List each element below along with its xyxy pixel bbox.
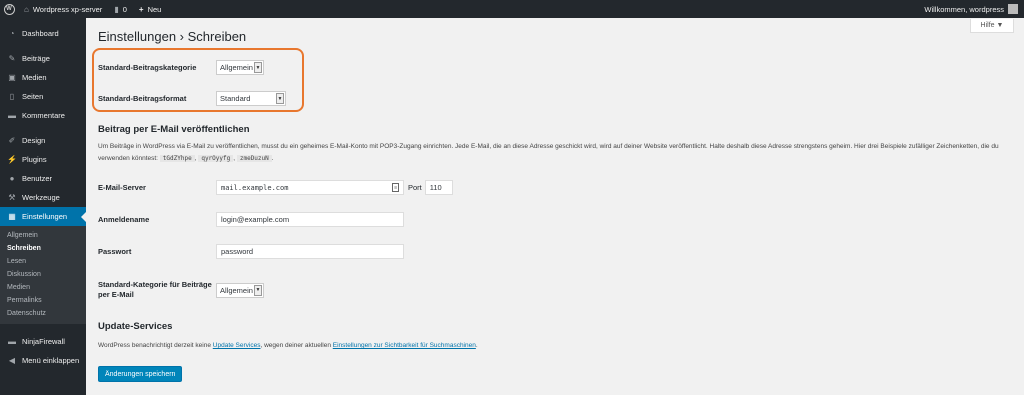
ninja-icon: ▬ [8,337,16,346]
mail-server-label: E-Mail-Server [98,182,146,192]
login-name-label: Anmeldename [98,214,150,224]
port-value: 110 [429,183,442,192]
port-label: Port [408,183,422,192]
comment-icon: ▬ [8,111,16,120]
email-category-row: Standard-Kategorie für Beiträge per E-Ma… [98,280,264,300]
sidebar-item-label: Einstellungen [22,212,68,221]
collapse-icon: ◀ [8,356,16,365]
sidebar-item-ninjafirewall[interactable]: ▬ NinjaFirewall [0,332,86,351]
password-row: Passwort password [98,244,404,259]
login-name-input[interactable]: login@example.com [216,212,404,227]
submenu-item-reading[interactable]: Lesen [0,255,86,268]
plugin-icon: ⚡ [7,155,17,164]
email-category-value: Allgemein [220,285,253,295]
email-section-heading: Beitrag per E-Mail veröffentlichen [98,124,250,135]
admin-sidebar: ◔ Dashboard ✎ Beiträge ▣ Medien ▯ Seiten ▬ Ko… [0,18,86,395]
settings-submenu: Allgemein Schreiben Lesen Diskussion Med… [0,226,86,324]
sidebar-item-design[interactable]: ✐ Design [0,131,86,150]
submenu-item-general[interactable]: Allgemein [0,229,86,242]
mail-server-value: mail.example.com [221,183,289,192]
brush-icon: ✐ [8,136,16,145]
submenu-item-media[interactable]: Medien [0,281,86,294]
password-value: password [221,247,254,256]
sidebar-item-label: Werkzeuge [22,193,60,202]
update-services-description: WordPress benachrichtigt derzeit keine U… [98,340,1008,352]
update-text: WordPress benachrichtigt derzeit keine [98,342,211,349]
dashboard-icon: ◔ [9,29,15,38]
sidebar-item-label: Menü einklappen [22,356,80,365]
email-category-label: Standard-Kategorie für Beiträge per E-Ma… [98,280,212,299]
login-name-value: login@example.com [221,215,290,224]
random-string: zmeDuzuN [236,155,272,162]
welcome-text: Willkommen, wordpress [924,4,1004,14]
media-icon: ▣ [8,73,16,82]
email-category-select[interactable]: Allgemein ▼ [216,282,264,298]
random-string: tGdZYhpe [159,155,195,162]
new-content-link[interactable]: + Neu [133,0,167,18]
description-text: Um Beiträge in WordPress via E-Mail zu v… [98,143,999,162]
update-text: . [475,342,478,349]
sidebar-item-label: Design [22,136,46,145]
save-changes-button[interactable]: Änderungen speichern [98,366,183,382]
settings-icon: ▦ [8,212,16,221]
site-name-link[interactable]: ⌂ Wordpress xp-server [18,0,108,18]
port-input[interactable]: 110 [424,180,453,195]
sidebar-item-label: Plugins [22,155,47,164]
sidebar-item-label: Benutzer [22,174,53,183]
sidebar-item-dashboard[interactable]: ◔ Dashboard [0,24,86,43]
collapse-menu-button[interactable]: ◀ Menü einklappen [0,351,86,370]
avatar [1008,4,1018,14]
sidebar-item-media[interactable]: ▣ Medien [0,68,86,87]
update-services-heading: Update-Services [98,321,173,332]
update-services-link[interactable]: Update Services [213,342,261,349]
sidebar-item-pages[interactable]: ▯ Seiten [0,87,86,106]
sidebar-item-plugins[interactable]: ⚡ Plugins [0,150,86,169]
sidebar-item-settings[interactable]: ▦ Einstellungen [0,207,86,226]
autofill-key-icon[interactable]: ≡ [392,183,399,192]
random-string: qyrOyyfg [198,155,234,162]
plus-icon: + [138,4,144,14]
page-icon: ▯ [9,92,15,101]
account-menu[interactable]: Willkommen, wordpress [918,0,1024,18]
sidebar-item-comments[interactable]: ▬ Kommentare [0,106,86,125]
admin-bar: W ⌂ Wordpress xp-server ▮ 0 + Neu Willko… [0,0,1024,18]
sidebar-item-users[interactable]: ● Benutzer [0,169,86,188]
search-visibility-link[interactable]: Einstellungen zur Sichtbarkeit für Suchm… [333,342,476,349]
help-button[interactable]: Hilfe ▼ [970,19,1014,33]
wrench-icon: ⚒ [8,193,16,202]
comments-count: 0 [122,4,127,14]
page-title: Einstellungen › Schreiben [98,29,247,44]
mail-server-row: E-Mail-Server mail.example.com ≡ Port 11… [98,180,453,195]
highlight-outline [92,48,304,112]
password-input[interactable]: password [216,244,404,259]
comments-link[interactable]: ▮ 0 [108,0,133,18]
wordpress-logo-icon[interactable]: W [0,0,18,18]
pin-icon: ✎ [8,54,16,63]
mail-server-input[interactable]: mail.example.com ≡ [216,180,404,195]
sidebar-item-label: Kommentare [22,111,65,120]
sidebar-item-label: Seiten [22,92,44,101]
submenu-item-discussion[interactable]: Diskussion [0,268,86,281]
sidebar-item-label: Medien [22,73,47,82]
sidebar-item-posts[interactable]: ✎ Beiträge [0,49,86,68]
site-name: Wordpress xp-server [32,4,103,14]
sidebar-item-tools[interactable]: ⚒ Werkzeuge [0,188,86,207]
submenu-item-permalinks[interactable]: Permalinks [0,294,86,307]
update-text: , wegen deiner aktuellen [260,342,331,349]
email-section-description: Um Beiträge in WordPress via E-Mail zu v… [98,143,999,162]
login-name-row: Anmeldename login@example.com [98,212,404,227]
home-icon: ⌂ [24,4,29,14]
chevron-down-icon: ▼ [254,284,262,296]
new-label: Neu [147,4,162,14]
comment-bubble-icon: ▮ [114,4,119,14]
submenu-item-privacy[interactable]: Datenschutz [0,307,86,320]
sidebar-item-label: NinjaFirewall [22,337,65,346]
password-label: Passwort [98,246,132,256]
submenu-item-writing[interactable]: Schreiben [0,242,86,255]
sidebar-item-label: Beiträge [22,54,50,63]
sidebar-item-label: Dashboard [22,29,59,38]
user-icon: ● [9,174,15,183]
